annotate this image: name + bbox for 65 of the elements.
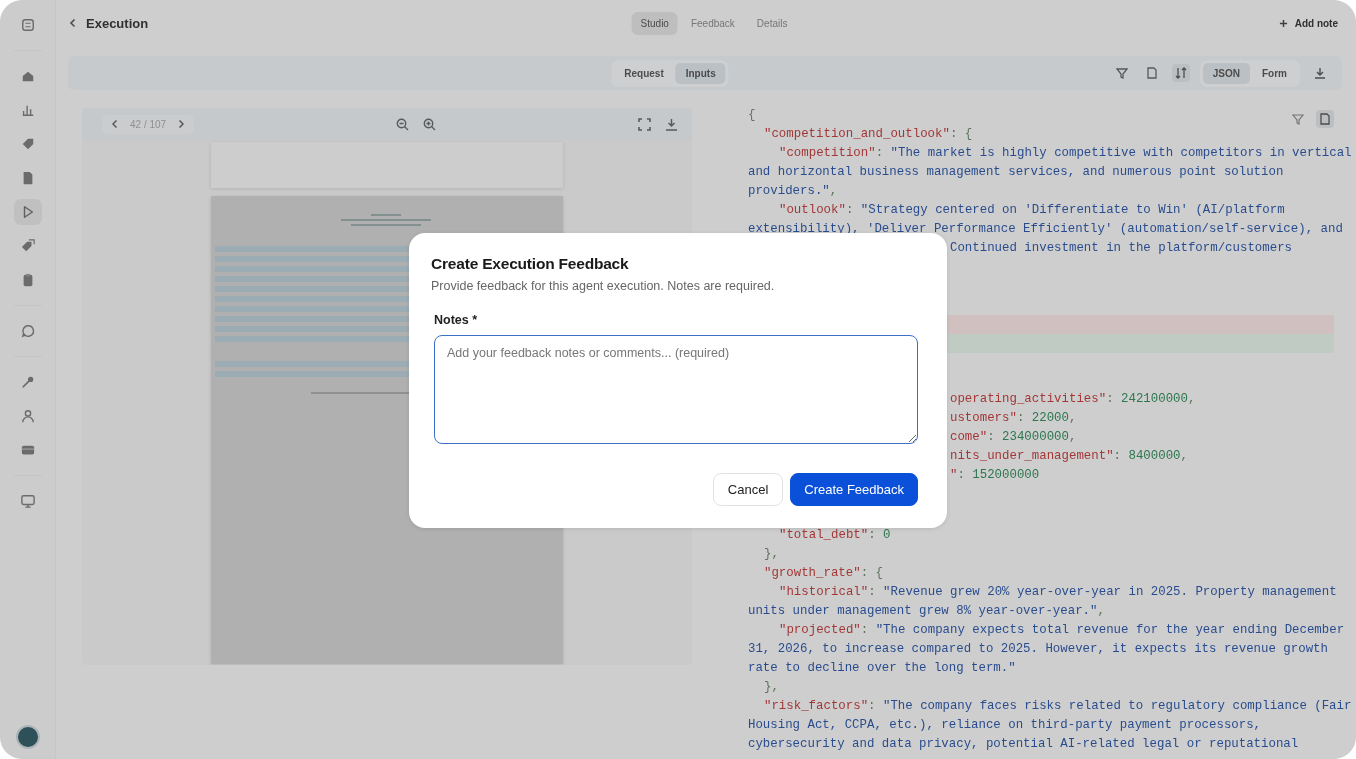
code-line: },	[763, 546, 779, 563]
next-icon[interactable]	[176, 119, 187, 129]
tab[interactable]: Request	[614, 62, 674, 84]
tag-icon	[20, 137, 35, 151]
code-line: ": 152000000	[949, 467, 1040, 484]
avatar[interactable]	[15, 725, 40, 749]
add-note-button[interactable]: Add note	[1272, 16, 1344, 30]
tags-icon	[20, 239, 35, 253]
key-icon	[20, 375, 35, 389]
zoom-out-icon[interactable]	[396, 117, 410, 131]
user-icon	[20, 409, 35, 423]
monitor-icon	[20, 494, 35, 508]
back-link[interactable]: Execution	[68, 15, 149, 31]
code-line: {	[748, 107, 756, 124]
code-line: },	[763, 679, 779, 696]
tab[interactable]: Studio	[631, 11, 678, 35]
code-line: "total_debt": 0	[778, 527, 891, 544]
code-line: 31, 2026, to increase compared to 2025. However, it expects its revenue growth	[748, 641, 1328, 658]
code-line: "growth_rate": {	[763, 565, 883, 582]
code-line: come": 234000000,	[949, 429, 1077, 446]
logo-icon	[20, 18, 35, 32]
fullscreen-icon[interactable]	[638, 117, 651, 131]
code-line: providers.",	[748, 183, 838, 200]
chevron-left-icon	[68, 18, 78, 28]
notes-field[interactable]: Add your feedback notes or comments... (required)	[434, 334, 918, 444]
dialog-description: Provide feedback for this agent execution. Notes are required.	[431, 278, 776, 293]
page-indicator: 42 / 107	[130, 118, 167, 130]
download-icon[interactable]	[665, 117, 678, 131]
code-line: "outlook": "Strategy centered on 'Differentiate to Win' (AI/platform	[778, 202, 1285, 219]
plus-icon	[1278, 18, 1288, 28]
code-line: units under management grew 8% year-over-year.",	[748, 603, 1105, 620]
tab[interactable]: Details	[747, 11, 797, 35]
filter-icon[interactable]	[1292, 113, 1304, 125]
code-line: Housing Act, CCPA, etc.), reliance on third-party payment processors,	[748, 717, 1262, 734]
cancel-button[interactable]: Cancel	[712, 472, 784, 506]
code-line: nits_under_management": 8400000,	[949, 448, 1188, 465]
code-line: "competition_and_outlook": {	[763, 126, 973, 143]
code-line: ustomers": 22000,	[949, 410, 1077, 427]
bar-chart-icon	[20, 103, 35, 117]
code-line: Continued investment in the platform/customers	[949, 240, 1293, 257]
code-line: cybersecurity and data privacy, potential AI-related legal or reputational	[748, 736, 1299, 753]
swap-icon[interactable]	[1171, 64, 1190, 82]
code-line: "competition": "The market is highly competitive with competitors in vertical	[778, 145, 1352, 162]
back-label[interactable]: Execution	[86, 15, 149, 31]
chat-icon	[20, 324, 35, 338]
tab[interactable]: JSON	[1202, 62, 1250, 84]
zoom-in-icon[interactable]	[423, 117, 437, 131]
previous-icon[interactable]	[110, 119, 120, 129]
tab[interactable]: Inputs	[675, 62, 726, 84]
home-icon	[20, 69, 35, 83]
dialog-title: Create Execution Feedback	[431, 254, 630, 273]
code-line: operating_activities": 242100000,	[949, 391, 1196, 408]
tab[interactable]: Feedback	[681, 11, 744, 35]
field-label: Notes *	[434, 312, 479, 327]
code-line: "historical": "Revenue grew 20% year-over-year in 2025. Property management	[778, 584, 1337, 601]
card-icon	[20, 443, 35, 457]
create-feedback-button[interactable]: Create Feedback	[790, 472, 918, 506]
copy-icon[interactable]	[1316, 110, 1334, 128]
code-line: extensibility), 'Deliver Performance Efficiently' (automation/self-service), and	[748, 221, 1343, 238]
sidebar-item-selected[interactable]	[13, 199, 42, 225]
code-line: and horizontal business management services, and numerous point solution	[748, 164, 1284, 181]
code-line: "risk_factors": "The company faces risks related to regulatory compliance (Fair	[763, 698, 1352, 715]
code-line: rate to decline over the long term."	[748, 660, 1016, 677]
code-line: "projected": "The company expects total revenue for the year ending December	[778, 622, 1345, 639]
tab[interactable]: Form	[1252, 62, 1297, 84]
